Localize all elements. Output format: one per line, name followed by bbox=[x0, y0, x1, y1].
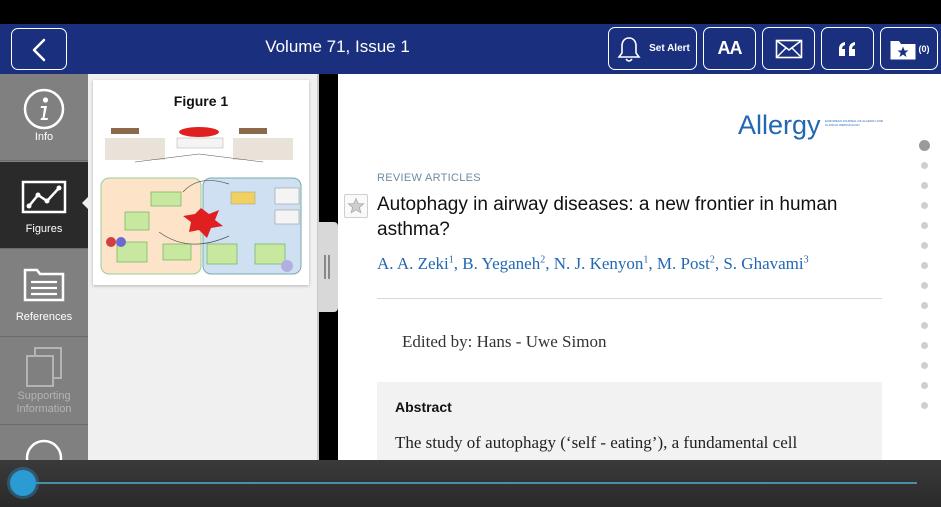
quote-icon bbox=[838, 41, 855, 56]
page-dot[interactable] bbox=[921, 382, 928, 389]
figure-title: Figure 1 bbox=[173, 93, 229, 109]
font-size-icon: AA bbox=[717, 38, 743, 58]
issue-title: Volume 71, Issue 1 bbox=[265, 37, 410, 56]
page-dot[interactable] bbox=[921, 322, 928, 329]
email-button[interactable] bbox=[762, 27, 815, 70]
author-link[interactable]: B. Yeganeh2 bbox=[462, 254, 545, 273]
journal-logo: Allergy bbox=[738, 110, 821, 140]
sidebar: Info Figures References Supporting Infor… bbox=[0, 74, 89, 460]
page-dot[interactable] bbox=[921, 362, 928, 369]
abstract-heading: Abstract bbox=[395, 399, 452, 415]
sidebar-item-label: References bbox=[15, 311, 73, 323]
figure-card[interactable]: Figure 1 bbox=[93, 80, 309, 285]
separator bbox=[377, 298, 882, 299]
page-dot[interactable] bbox=[919, 140, 930, 151]
sidebar-item-more[interactable] bbox=[0, 426, 88, 460]
abstract-box: Abstract The study of autophagy (‘self ‐… bbox=[377, 382, 882, 460]
page-dot[interactable] bbox=[921, 162, 928, 169]
envelope-icon bbox=[775, 39, 802, 58]
sidebar-item-references[interactable]: References bbox=[0, 250, 88, 337]
panel-resize-handle[interactable] bbox=[318, 222, 338, 312]
saved-articles-button[interactable]: (0) bbox=[880, 27, 938, 70]
bell-icon bbox=[617, 36, 641, 62]
edited-by: Edited by: Hans ‐ Uwe Simon bbox=[402, 332, 607, 351]
font-size-button[interactable]: AA bbox=[703, 27, 756, 70]
star-icon bbox=[347, 197, 365, 214]
sidebar-item-label: Info bbox=[34, 131, 54, 143]
page-dot[interactable] bbox=[921, 262, 928, 269]
top-toolbar: Volume 71, Issue 1 Set Alert AA (0) bbox=[0, 0, 941, 74]
page-dot[interactable] bbox=[921, 222, 928, 229]
circle-icon bbox=[25, 439, 63, 460]
chart-icon bbox=[21, 180, 67, 214]
page-dot[interactable] bbox=[921, 282, 928, 289]
copy-pages-icon bbox=[26, 347, 62, 387]
sidebar-item-label: Figures bbox=[25, 223, 63, 235]
page-dot[interactable] bbox=[921, 342, 928, 349]
starred-folder-icon bbox=[890, 40, 915, 59]
sidebar-item-figures[interactable]: Figures bbox=[0, 162, 88, 249]
set-alert-label: Set Alert bbox=[649, 43, 690, 54]
author-list: A. A. Zeki1, B. Yeganeh2, N. J. Kenyon1,… bbox=[377, 254, 809, 273]
page-dot[interactable] bbox=[921, 202, 928, 209]
section-label: REVIEW ARTICLES bbox=[377, 172, 481, 184]
page-dot[interactable] bbox=[921, 402, 928, 409]
bottom-scrubber-bar bbox=[0, 460, 941, 507]
abstract-text: The study of autophagy (‘self ‐ eating’)… bbox=[395, 433, 798, 452]
page-dot[interactable] bbox=[921, 182, 928, 189]
sidebar-item-supporting-information[interactable]: Supporting Information bbox=[0, 338, 88, 425]
scrubber-track[interactable] bbox=[22, 482, 917, 484]
saved-count: (0) bbox=[918, 43, 930, 54]
favorite-button[interactable] bbox=[344, 194, 368, 218]
figure-thumbnail bbox=[99, 124, 303, 278]
info-icon bbox=[23, 88, 65, 130]
folder-list-icon bbox=[23, 268, 65, 302]
author-link[interactable]: A. A. Zeki1 bbox=[377, 254, 454, 273]
author-link[interactable]: N. J. Kenyon1 bbox=[554, 254, 649, 273]
figures-panel: Figure 1 bbox=[88, 74, 319, 460]
page-dot[interactable] bbox=[921, 242, 928, 249]
author-link[interactable]: S. Ghavami3 bbox=[723, 254, 808, 273]
sidebar-item-label: Supporting Information bbox=[16, 390, 72, 415]
author-link[interactable]: M. Post2 bbox=[657, 254, 715, 273]
sidebar-item-info[interactable]: Info bbox=[0, 74, 88, 161]
article-title: Autophagy in airway diseases: a new fron… bbox=[377, 194, 838, 240]
cite-button[interactable] bbox=[821, 27, 874, 70]
page-dot[interactable] bbox=[921, 302, 928, 309]
set-alert-button[interactable]: Set Alert bbox=[608, 27, 697, 70]
article-content: Allergy EUROPEAN JOURNAL OF ALLERGY AND … bbox=[338, 74, 941, 460]
scrubber-thumb[interactable] bbox=[10, 470, 36, 496]
journal-subtitle: EUROPEAN JOURNAL OF ALLERGY AND CLINICAL… bbox=[825, 119, 884, 127]
